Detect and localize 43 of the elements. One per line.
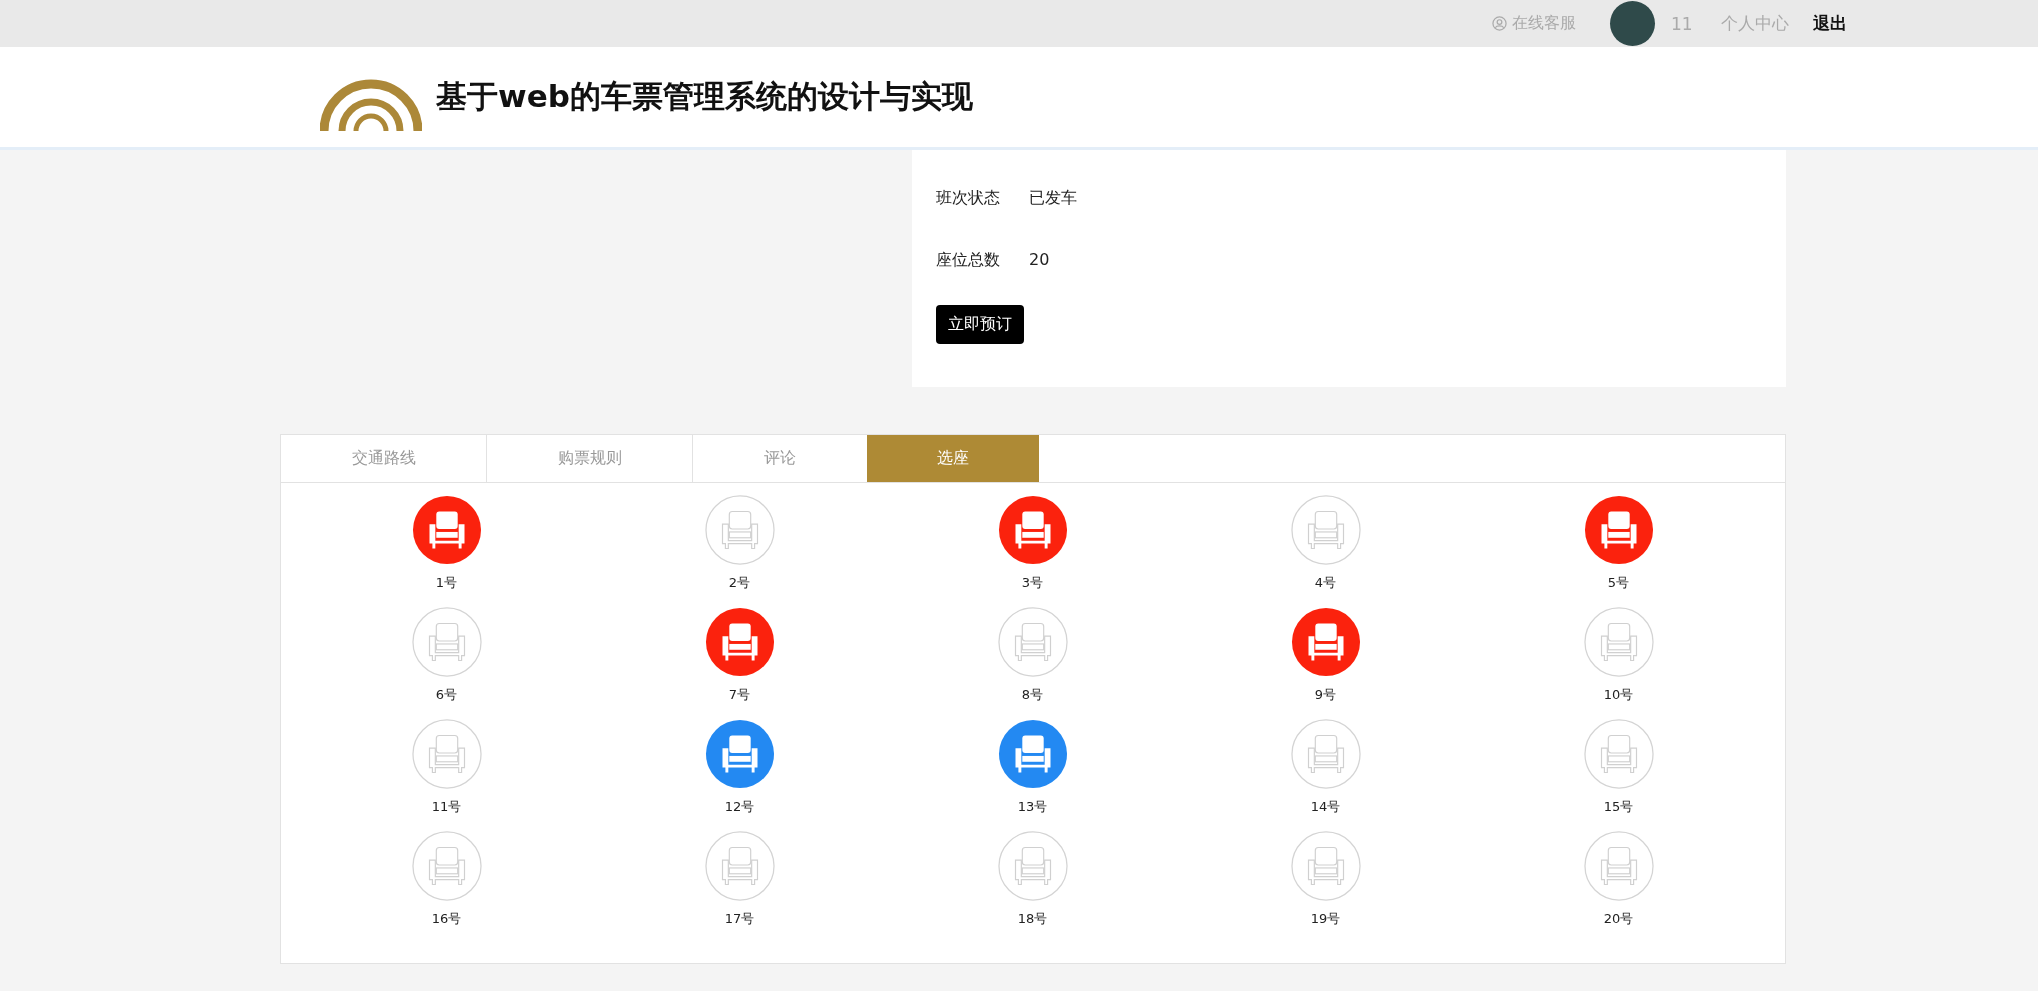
armchair-icon[interactable] bbox=[997, 719, 1068, 789]
armchair-icon[interactable] bbox=[411, 495, 482, 565]
logout-link[interactable]: 退出 bbox=[1812, 12, 1847, 35]
seat-number: 10号 bbox=[1603, 686, 1634, 704]
seat-number: 4号 bbox=[1314, 574, 1337, 592]
site-title: 基于web的车票管理系统的设计与实现 bbox=[436, 77, 973, 116]
seat-number: 16号 bbox=[431, 910, 462, 928]
seat-number: 6号 bbox=[435, 686, 458, 704]
seat-number: 13号 bbox=[1017, 798, 1048, 816]
armchair-icon[interactable] bbox=[997, 495, 1068, 565]
customer-service-link[interactable]: 在线客服 bbox=[1492, 13, 1576, 34]
seat-number: 20号 bbox=[1603, 910, 1634, 928]
profile-link[interactable]: 个人中心 bbox=[1720, 12, 1789, 35]
field-label: 班次状态 bbox=[936, 188, 1001, 209]
seat-number: 5号 bbox=[1607, 574, 1630, 592]
seat-number: 9号 bbox=[1314, 686, 1337, 704]
seat-number: 1号 bbox=[435, 574, 458, 592]
seat-number: 14号 bbox=[1310, 798, 1341, 816]
seat-number: 2号 bbox=[728, 574, 751, 592]
armchair-icon[interactable] bbox=[704, 607, 775, 677]
armchair-icon[interactable] bbox=[1583, 495, 1654, 565]
seat-number: 8号 bbox=[1021, 686, 1044, 704]
tab[interactable]: 选座 bbox=[867, 435, 1039, 482]
user-icon bbox=[1492, 16, 1507, 31]
seat-number: 11号 bbox=[431, 798, 462, 816]
avatar bbox=[1610, 1, 1655, 46]
field-value: 已发车 bbox=[1029, 188, 1077, 209]
seat-number: 18号 bbox=[1017, 910, 1048, 928]
tab[interactable]: 购票规则 bbox=[487, 435, 693, 482]
book-now-button[interactable]: 立即预订 bbox=[936, 305, 1024, 344]
seat-number: 3号 bbox=[1021, 574, 1044, 592]
tab[interactable]: 评论 bbox=[693, 435, 867, 482]
field-label: 座位总数 bbox=[936, 250, 1001, 271]
username: 11 bbox=[1671, 13, 1693, 34]
field-value: 20 bbox=[1029, 250, 1050, 271]
seat-number: 17号 bbox=[724, 910, 755, 928]
seat-number: 15号 bbox=[1603, 798, 1634, 816]
seat-number: 7号 bbox=[728, 686, 751, 704]
tab[interactable]: 交通路线 bbox=[281, 435, 487, 482]
seat-number: 12号 bbox=[724, 798, 755, 816]
armchair-icon[interactable] bbox=[1290, 607, 1361, 677]
armchair-icon[interactable] bbox=[704, 719, 775, 789]
seat-number: 19号 bbox=[1310, 910, 1341, 928]
